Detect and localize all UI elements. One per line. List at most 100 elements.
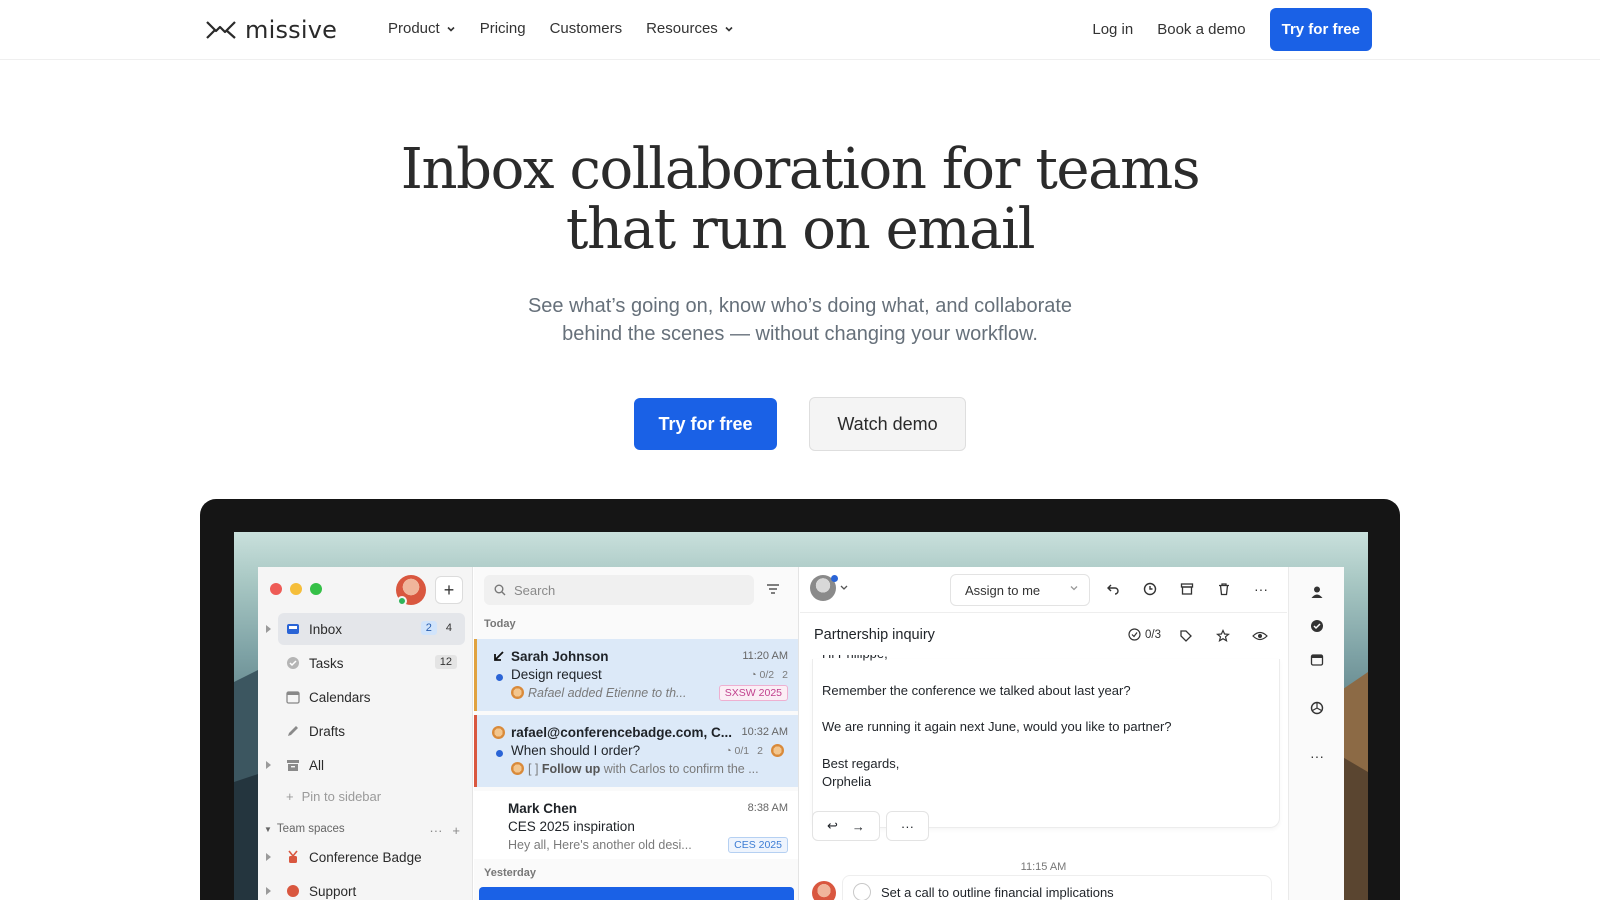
nav-resources[interactable]: Resources bbox=[646, 20, 734, 37]
try-free-button[interactable]: Try for free bbox=[634, 398, 777, 450]
count-badge: 12 bbox=[434, 655, 457, 669]
task-progress[interactable]: 0/3 bbox=[1128, 628, 1161, 641]
reply-icon[interactable]: ↩ bbox=[827, 818, 838, 834]
count-badge: 4 bbox=[445, 622, 452, 634]
avatar bbox=[812, 881, 836, 900]
hero-subtitle: See what’s going on, know who’s doing wh… bbox=[480, 292, 1120, 348]
task-count: 0/1 bbox=[734, 744, 750, 757]
reply-icon[interactable] bbox=[1104, 580, 1122, 598]
check-badge-icon[interactable] bbox=[1308, 617, 1326, 635]
expand-caret-icon[interactable] bbox=[266, 761, 271, 769]
message-toolbar: Assign to me ··· bbox=[800, 567, 1287, 613]
email-line: Remember the conference we talked about … bbox=[822, 682, 1131, 698]
label-tag[interactable]: CES 2025 bbox=[728, 837, 788, 853]
eye-icon[interactable] bbox=[1251, 627, 1269, 645]
team-spaces-label: Team spaces bbox=[276, 823, 345, 835]
sidebar-item-tasks[interactable]: Tasks 12 bbox=[278, 647, 465, 679]
right-rail: ··· bbox=[1288, 567, 1344, 900]
chevron-down-icon[interactable] bbox=[1069, 583, 1079, 593]
check-circle-icon bbox=[286, 656, 300, 670]
expand-caret-icon[interactable] bbox=[266, 853, 271, 861]
nav-customers-label: Customers bbox=[549, 20, 623, 37]
add-team-icon[interactable]: + bbox=[452, 823, 460, 838]
sidebar-item-conference-badge[interactable]: Conference Badge bbox=[266, 841, 465, 873]
trash-icon[interactable] bbox=[1215, 580, 1233, 598]
avatar bbox=[771, 744, 784, 757]
snooze-clock-icon[interactable] bbox=[1141, 580, 1159, 598]
subject-bar: Partnership inquiry 0/3 bbox=[800, 613, 1287, 659]
more-icon[interactable]: ··· bbox=[429, 823, 442, 838]
conversation-list: Search Today Sarah Johnson 11:20 AM Desig… bbox=[474, 567, 799, 900]
conversation-subject: CES 2025 inspiration bbox=[508, 819, 635, 834]
list-item[interactable]: Mark Chen 8:38 AM CES 2025 inspiration He… bbox=[474, 791, 798, 859]
label-tag[interactable]: SXSW 2025 bbox=[718, 685, 788, 701]
chevron-down-icon bbox=[447, 26, 455, 32]
search-input[interactable]: Search bbox=[484, 575, 754, 605]
sidebar-item-support[interactable]: Support bbox=[266, 875, 465, 900]
expand-caret-icon[interactable] bbox=[266, 887, 271, 895]
nav-pricing-label: Pricing bbox=[479, 20, 526, 37]
book-demo-link[interactable]: Book a demo bbox=[1157, 21, 1245, 38]
try-free-nav-button[interactable]: Try for free bbox=[1269, 8, 1372, 51]
nav-customers[interactable]: Customers bbox=[550, 20, 623, 37]
logo[interactable]: missive bbox=[205, 16, 337, 44]
sidebar-item-label: Calendars bbox=[309, 689, 371, 705]
list-item[interactable]: rafael@conferencebadge.com, C... 10:32 AM… bbox=[474, 715, 798, 787]
openai-icon[interactable] bbox=[1308, 699, 1326, 717]
avatar[interactable] bbox=[396, 575, 426, 606]
conversation-subject: When should I order? bbox=[511, 743, 641, 758]
pin-to-sidebar-button[interactable]: + Pin to sidebar bbox=[286, 789, 381, 804]
sidebar: + Inbox 2 4 Tasks 12 Calendars Drafts Al… bbox=[258, 567, 473, 900]
preview-bold: Follow up bbox=[541, 762, 601, 776]
nav-product[interactable]: Product bbox=[388, 20, 456, 37]
nav-resources-label: Resources bbox=[646, 20, 718, 37]
conversation-meta: ◔ 0/2 2 bbox=[750, 669, 788, 681]
watch-demo-button[interactable]: Watch demo bbox=[809, 397, 966, 451]
conversation-from: Sarah Johnson bbox=[511, 648, 609, 664]
maximize-window-button[interactable] bbox=[310, 583, 322, 595]
sidebar-item-drafts[interactable]: Drafts bbox=[278, 715, 465, 747]
login-link[interactable]: Log in bbox=[1092, 21, 1133, 38]
conversation-time: 10:32 AM bbox=[741, 726, 788, 738]
nav-pricing[interactable]: Pricing bbox=[480, 20, 526, 37]
minimize-window-button[interactable] bbox=[290, 583, 302, 595]
sidebar-item-all[interactable]: All bbox=[266, 749, 465, 781]
task-checkbox[interactable] bbox=[853, 883, 871, 900]
close-window-button[interactable] bbox=[270, 583, 282, 595]
expand-caret-icon[interactable] bbox=[266, 625, 271, 633]
missive-logo-icon bbox=[206, 21, 236, 39]
chevron-down-icon[interactable] bbox=[840, 585, 848, 591]
more-icon[interactable]: ··· bbox=[885, 811, 929, 841]
team-spaces-header[interactable]: ▼ Team spaces ··· + bbox=[264, 823, 464, 838]
email-greeting: Hi Philippe, bbox=[822, 655, 1172, 664]
message-subject: Partnership inquiry bbox=[814, 627, 935, 643]
forward-icon[interactable]: → bbox=[852, 819, 865, 834]
avatar bbox=[511, 762, 524, 775]
archive-icon[interactable] bbox=[1178, 580, 1196, 598]
task-item[interactable]: Set a call to outline financial implicat… bbox=[842, 875, 1272, 900]
calendar-icon[interactable] bbox=[1308, 651, 1326, 669]
pin-label: Pin to sidebar bbox=[301, 789, 382, 804]
unread-dot bbox=[496, 674, 503, 681]
calendar-icon bbox=[286, 690, 300, 704]
tasks-badges: 12 bbox=[434, 655, 457, 669]
star-icon[interactable] bbox=[1214, 627, 1232, 645]
avatar bbox=[492, 726, 505, 739]
more-icon[interactable]: ··· bbox=[1252, 580, 1270, 598]
email-signoff: Best regards, bbox=[822, 755, 900, 771]
compose-button[interactable]: + bbox=[435, 576, 463, 604]
sidebar-item-inbox[interactable]: Inbox 2 4 bbox=[266, 613, 465, 645]
window-controls bbox=[270, 583, 322, 595]
search-icon bbox=[494, 584, 506, 596]
person-icon[interactable] bbox=[1308, 583, 1326, 601]
message-count: 2 bbox=[782, 668, 788, 681]
unread-dot bbox=[496, 750, 503, 757]
list-item[interactable]: Sarah Johnson 11:20 AM Design request ◔ 0… bbox=[474, 639, 798, 711]
list-item-selected[interactable] bbox=[479, 887, 794, 900]
conversation-from: Mark Chen bbox=[508, 800, 578, 816]
assign-to-me-button[interactable]: Assign to me bbox=[950, 574, 1090, 606]
more-icon[interactable]: ··· bbox=[1308, 747, 1326, 765]
filter-icon[interactable] bbox=[766, 583, 780, 595]
sidebar-item-calendars[interactable]: Calendars bbox=[278, 681, 465, 713]
label-tag-icon[interactable] bbox=[1177, 627, 1195, 645]
